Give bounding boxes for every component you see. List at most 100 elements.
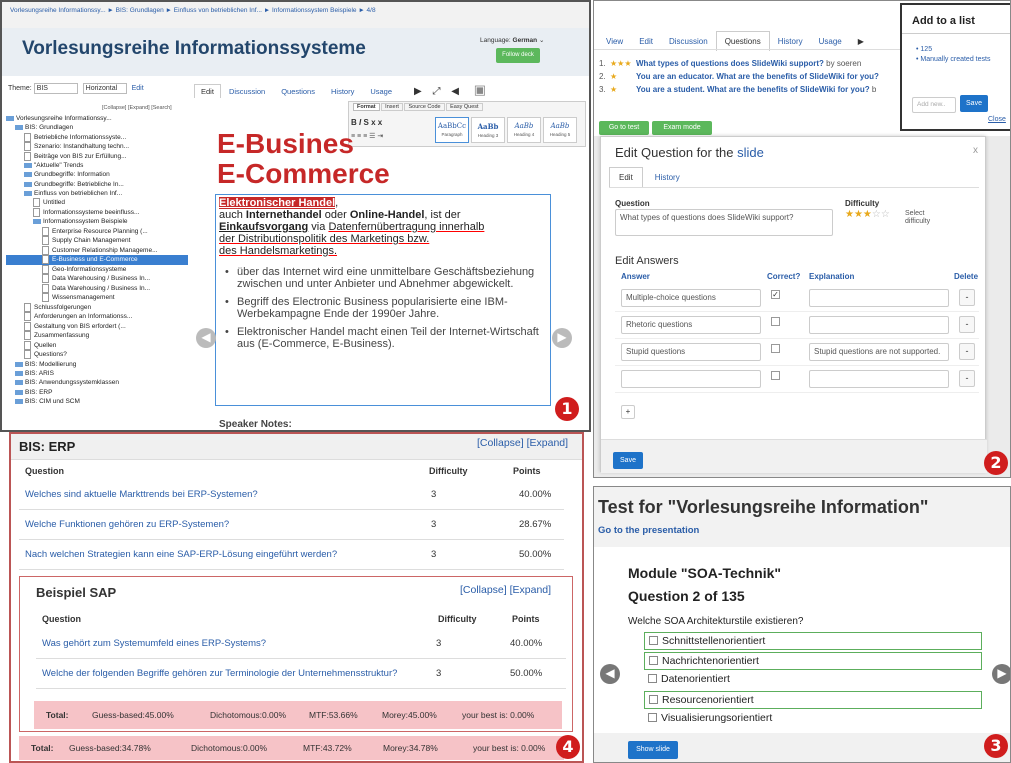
option-checkbox[interactable]: [649, 694, 658, 704]
tree-node[interactable]: BIS: ARIS: [6, 369, 188, 378]
expand-icon[interactable]: ⤢: [432, 86, 440, 97]
save-disk-icon[interactable]: ▣: [474, 82, 486, 97]
tree-node[interactable]: BIS: Anwendungssystemklassen: [6, 378, 188, 387]
close-icon[interactable]: x: [973, 145, 978, 156]
option-checkbox[interactable]: [649, 636, 658, 645]
toolbar-tab-source[interactable]: Source Code: [404, 103, 445, 111]
add-list-close-link[interactable]: Close: [988, 116, 1006, 123]
show-slide-button[interactable]: Show slide: [628, 741, 678, 759]
strike-icon[interactable]: S: [363, 118, 368, 127]
tree-node[interactable]: Anforderungen an Informationss...: [6, 312, 188, 322]
correct-checkbox[interactable]: [771, 344, 780, 353]
tree-node[interactable]: Beiträge von BIS zur Erfüllung...: [6, 152, 188, 162]
modal-tab-edit[interactable]: Edit: [609, 167, 643, 187]
answer-option[interactable]: Nachrichtenorientiert: [644, 651, 982, 670]
question-link[interactable]: Welche der folgenden Begriffe gehören zu…: [42, 659, 397, 689]
modal-title-link[interactable]: slide: [737, 145, 764, 160]
tree-node[interactable]: Grundbegriffe: Information: [6, 170, 188, 179]
tab-discussion[interactable]: Discussion: [221, 87, 273, 96]
go-to-presentation-link[interactable]: Go to the presentation: [598, 525, 699, 536]
option-checkbox[interactable]: [648, 713, 657, 722]
answer-option[interactable]: Resourcenorientiert: [644, 690, 982, 709]
tree-node[interactable]: Informationssysteme beeinfluss...: [6, 208, 188, 218]
tab-questions[interactable]: Questions: [715, 31, 770, 51]
tree-node[interactable]: Geo-Informationssysteme: [6, 265, 188, 275]
tree-node[interactable]: "Aktuelle" Trends: [6, 161, 188, 170]
correct-checkbox[interactable]: ✓: [771, 290, 780, 299]
next-slide-icon[interactable]: ▶: [552, 328, 572, 348]
answer-option[interactable]: Datenorientiert: [644, 671, 844, 689]
answer-input[interactable]: Stupid questions: [621, 343, 761, 361]
save-question-button[interactable]: Save: [613, 452, 643, 469]
question-text[interactable]: You are an educator. What are the benefi…: [636, 72, 879, 81]
tab-history[interactable]: History: [323, 87, 362, 96]
tree-node[interactable]: Quellen: [6, 341, 188, 351]
question-link[interactable]: Was gehört zum Systemumfeld eines ERP-Sy…: [42, 629, 266, 659]
layout-select[interactable]: Horizontal: [82, 83, 127, 94]
difficulty-stars[interactable]: ★★★☆☆: [845, 209, 890, 220]
tree-node[interactable]: Grundbegriffe: Betriebliche In...: [6, 180, 188, 189]
tree-node[interactable]: Customer Relationship Manageme...: [6, 246, 188, 256]
go-to-test-button[interactable]: Go to test: [599, 121, 649, 135]
delete-answer-button[interactable]: -: [959, 370, 975, 387]
exam-mode-button[interactable]: Exam mode: [652, 121, 712, 135]
italic-icon[interactable]: I: [359, 118, 361, 127]
question-link[interactable]: Welche Funktionen gehören zu ERP-Systeme…: [25, 510, 229, 540]
answer-option[interactable]: Visualisierungsorientiert: [644, 710, 844, 728]
tab-discussion[interactable]: Discussion: [661, 37, 716, 46]
subscript-icon[interactable]: x: [371, 118, 375, 127]
tab-view[interactable]: View: [598, 37, 631, 46]
play-icon[interactable]: ▶: [414, 86, 422, 97]
tree-node[interactable]: Informationssystem Beispiele: [6, 217, 188, 226]
new-list-input[interactable]: Add new..: [912, 97, 956, 113]
tree-node[interactable]: Zusammenfassung: [6, 331, 188, 341]
delete-answer-button[interactable]: -: [959, 316, 975, 333]
tree-node[interactable]: Data Warehousing / Business In...: [6, 284, 188, 294]
tree-node[interactable]: Data Warehousing / Business In...: [6, 274, 188, 284]
tree-controls[interactable]: [Collapse] [Expand] [Search]: [102, 105, 172, 111]
play-icon[interactable]: ▶: [850, 37, 872, 46]
toolbar-tab-easyquest[interactable]: Easy Quest: [446, 103, 483, 111]
explanation-input[interactable]: Stupid questions are not supported.: [809, 343, 949, 361]
sub-collapse-expand-links[interactable]: [Collapse] [Expand]: [460, 584, 551, 596]
tree-node[interactable]: E-Business und E-Commerce: [6, 255, 188, 265]
tree-node[interactable]: BIS: CIM und SCM: [6, 397, 188, 406]
delete-answer-button[interactable]: -: [959, 343, 975, 360]
tab-edit[interactable]: Edit: [631, 37, 661, 46]
tree-node[interactable]: BIS: Modellierung: [6, 360, 188, 369]
tree-node[interactable]: Einfluss von betrieblichen Inf...: [6, 189, 188, 198]
correct-checkbox[interactable]: [771, 317, 780, 326]
answer-option[interactable]: Schnittstellenorientiert: [644, 632, 982, 650]
question-item[interactable]: 1. ★★★ What types of questions does SlideW…: [599, 57, 904, 70]
answer-input[interactable]: Multiple-choice questions: [621, 289, 761, 307]
toolbar-tab-insert[interactable]: Insert: [381, 103, 403, 111]
slide-textbox[interactable]: Elektronischer Handel, auch Internethand…: [215, 194, 551, 406]
question-input[interactable]: What types of questions does SlideWiki s…: [615, 209, 833, 236]
style-option[interactable]: AaBb Heading 5: [543, 117, 577, 143]
follow-deck-button[interactable]: Follow deck: [496, 48, 540, 63]
tree-node[interactable]: Szenario: Instandhaltung techn...: [6, 142, 188, 152]
breadcrumb[interactable]: Vorlesungsreihe Informationssy... ► BIS:…: [10, 7, 376, 14]
prev-slide-icon[interactable]: ◀: [196, 328, 216, 348]
bold-icon[interactable]: B: [351, 118, 357, 127]
tree-node[interactable]: BIS: ERP: [6, 388, 188, 397]
tree-node[interactable]: Enterprise Resource Planning (...: [6, 227, 188, 237]
tree-node[interactable]: Gestaltung von BIS erfordert (...: [6, 322, 188, 332]
explanation-input[interactable]: [809, 370, 949, 388]
theme-select[interactable]: BIS: [33, 83, 78, 94]
tree-node[interactable]: Untitled: [6, 198, 188, 208]
add-answer-button[interactable]: +: [621, 405, 635, 419]
superscript-icon[interactable]: x: [378, 118, 382, 127]
toolbar-tab-format[interactable]: Format: [353, 103, 380, 111]
option-checkbox[interactable]: [648, 674, 657, 683]
tab-usage[interactable]: Usage: [811, 37, 850, 46]
question-text[interactable]: You are a student. What are the benefits…: [636, 85, 870, 94]
question-link[interactable]: Nach welchen Strategien kann eine SAP-ER…: [25, 540, 337, 570]
tab-questions[interactable]: Questions: [273, 87, 323, 96]
question-text[interactable]: What types of questions does SlideWiki s…: [636, 59, 824, 68]
explanation-input[interactable]: [809, 316, 949, 334]
tree-node[interactable]: Questions?: [6, 350, 188, 360]
presenter-icon[interactable]: ◀: [451, 86, 459, 97]
prev-question-icon[interactable]: ◀: [600, 664, 620, 684]
tree-node[interactable]: Betriebliche Informationssyste...: [6, 133, 188, 143]
